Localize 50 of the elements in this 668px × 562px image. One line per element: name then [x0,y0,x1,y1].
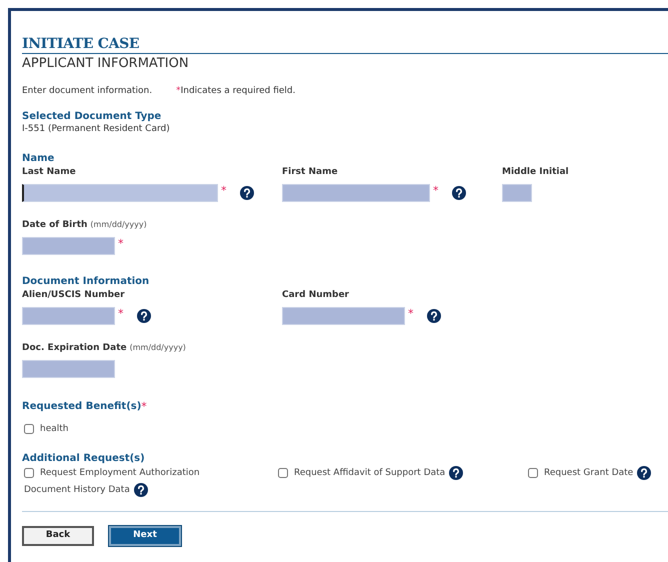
help-icon[interactable] [134,483,148,497]
required-mark: * [141,400,147,412]
field-label: Alien/USCIS Number [22,288,125,302]
field-label: Date of Birth [22,218,88,232]
section-heading: Additional Request(s) [22,452,145,464]
required-note: *Indicates a required field. [176,85,296,98]
checkbox-label[interactable]: Request Grant Date [544,466,634,480]
checkbox[interactable] [24,468,34,478]
section-heading: Requested Benefit(s) [22,400,142,412]
input-field[interactable] [22,306,115,324]
input-field[interactable] [22,236,115,254]
checkbox[interactable] [528,468,538,478]
required-mark: * [408,308,414,318]
required-mark: * [433,184,438,196]
field-label: Doc. Expiration Date [22,342,127,354]
help-icon[interactable] [637,466,652,480]
checkbox-label[interactable]: Request Affidavit of Support Data [294,466,446,480]
format-hint: (mm/dd/yyyy) [90,218,147,230]
section-heading: Document Information [22,274,150,288]
input-field[interactable] [502,184,532,202]
help-icon[interactable] [136,308,150,322]
help-icon[interactable] [240,186,254,200]
field-label: First Name [282,166,338,178]
required-mark: * [221,184,226,196]
input-field[interactable] [22,360,115,378]
section-heading: Selected Document Type [22,110,162,122]
document-type-value: I-551 (Permanent Resident Card) [22,122,171,134]
help-icon[interactable] [449,466,464,480]
next-button[interactable]: Next [109,526,181,546]
input-field[interactable] [282,184,430,202]
checkbox-label[interactable]: Request Employment Authorization [40,466,200,480]
field-label: Middle Initial [502,166,569,178]
option-label: Document History Data [24,484,130,497]
format-hint: (mm/dd/yyyy) [130,342,186,354]
required-mark: * [118,308,124,318]
required-mark: * [118,238,124,248]
page-title: INITIATE CASE [22,35,140,53]
checkbox[interactable] [24,424,34,434]
field-label: Last Name [22,166,76,178]
help-icon[interactable] [452,186,466,200]
checkbox[interactable] [278,468,288,478]
field-label: Card Number [282,288,349,302]
page-subtitle: APPLICANT INFORMATION [22,55,190,73]
help-icon[interactable] [426,308,440,322]
section-heading: Name [22,152,56,164]
instruction-text: Enter document information. [22,85,152,98]
back-button[interactable]: Back [22,526,94,546]
input-field[interactable] [22,184,218,202]
checkbox-label[interactable]: health [40,422,68,436]
input-field[interactable] [282,306,405,324]
